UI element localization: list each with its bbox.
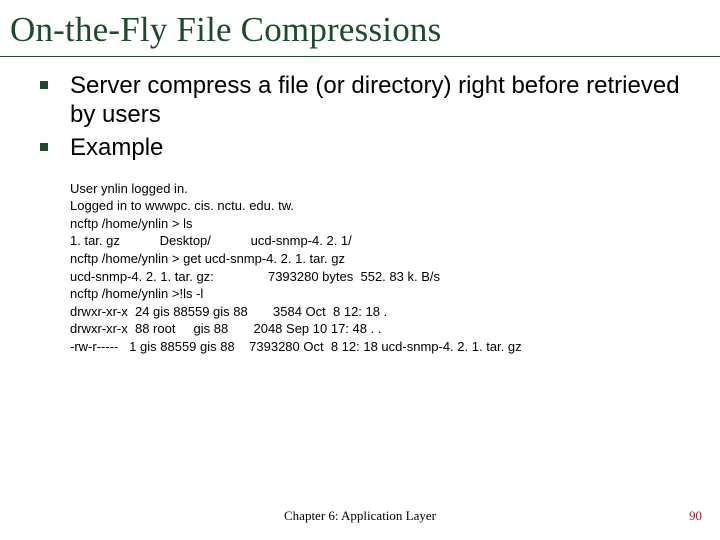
- bullet-item: Server compress a file (or directory) ri…: [40, 71, 702, 130]
- bullet-text: Server compress a file (or directory) ri…: [70, 71, 702, 130]
- square-bullet-icon: [40, 81, 48, 89]
- bullet-item: Example: [40, 133, 702, 162]
- terminal-output: User ynlin logged in. Logged in to wwwpc…: [70, 180, 702, 355]
- footer-page-number: 90: [689, 508, 702, 524]
- bullet-text: Example: [70, 133, 163, 162]
- slide-content: Server compress a file (or directory) ri…: [0, 57, 720, 355]
- square-bullet-icon: [40, 143, 48, 151]
- footer-chapter: Chapter 6: Application Layer: [0, 508, 720, 524]
- slide-title: On-the-Fly File Compressions: [0, 0, 720, 57]
